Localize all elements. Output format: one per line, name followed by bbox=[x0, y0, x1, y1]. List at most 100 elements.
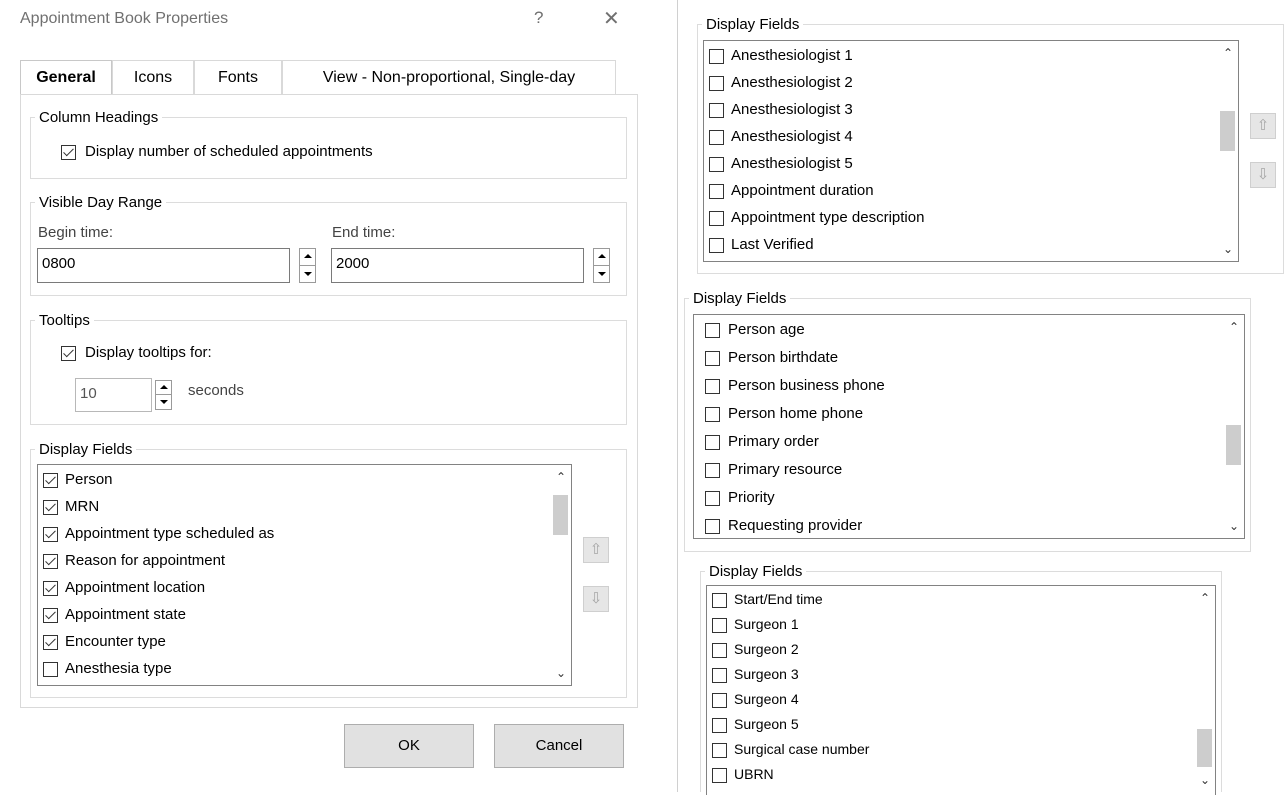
list-scrollbar[interactable]: ⌃ ⌄ bbox=[1195, 586, 1215, 795]
list-item-checkbox[interactable] bbox=[705, 351, 720, 366]
list-item-checkbox[interactable] bbox=[705, 463, 720, 478]
list-item-checkbox[interactable] bbox=[712, 693, 727, 708]
list-item-checkbox[interactable] bbox=[712, 743, 727, 758]
list-item-checkbox[interactable] bbox=[709, 49, 724, 64]
list-item-checkbox[interactable] bbox=[709, 130, 724, 145]
list-item[interactable]: Anesthesiologist 1 bbox=[704, 43, 1218, 71]
list-item-checkbox[interactable] bbox=[709, 238, 724, 253]
list-item-checkbox[interactable] bbox=[43, 581, 58, 596]
list-item[interactable]: Person birthdate bbox=[694, 345, 1224, 373]
scroll-down-icon[interactable]: ⌄ bbox=[1195, 770, 1215, 790]
list-item[interactable]: Appointment duration bbox=[704, 178, 1218, 206]
move-up-button[interactable]: ⇧ bbox=[583, 537, 609, 563]
list-item-checkbox[interactable] bbox=[712, 718, 727, 733]
scroll-down-icon[interactable]: ⌄ bbox=[1224, 516, 1244, 536]
list-scrollbar[interactable]: ⌃ ⌄ bbox=[1224, 315, 1244, 538]
list-item[interactable]: UBRN bbox=[707, 763, 1195, 788]
list-item-checkbox[interactable] bbox=[709, 184, 724, 199]
list-item[interactable]: Primary resource bbox=[694, 457, 1224, 485]
scroll-thumb[interactable] bbox=[1226, 425, 1241, 465]
list-item[interactable]: Appointment location bbox=[38, 575, 551, 603]
display-fields-listbox-2[interactable]: Person age Person birthdate Person busin… bbox=[693, 314, 1245, 539]
close-icon[interactable]: ✕ bbox=[603, 6, 620, 31]
scroll-up-icon[interactable]: ⌃ bbox=[551, 467, 571, 487]
list-item[interactable]: Surgeon 1 bbox=[707, 613, 1195, 638]
list-item[interactable]: Surgeon 4 bbox=[707, 688, 1195, 713]
begin-time-stepper[interactable] bbox=[299, 248, 316, 283]
list-item[interactable]: Appointment type scheduled as bbox=[38, 521, 551, 549]
list-item[interactable]: Last Verified bbox=[704, 232, 1218, 260]
scroll-thumb[interactable] bbox=[553, 495, 568, 535]
ok-button[interactable]: OK bbox=[344, 724, 474, 768]
tab-general[interactable]: General bbox=[20, 60, 112, 94]
list-item[interactable]: Person age bbox=[694, 317, 1224, 345]
scroll-down-icon[interactable]: ⌄ bbox=[1218, 239, 1238, 259]
list-item-checkbox[interactable] bbox=[705, 519, 720, 534]
cancel-button[interactable]: Cancel bbox=[494, 724, 624, 768]
display-fields-listbox[interactable]: Person MRN Appointment type scheduled as… bbox=[37, 464, 572, 686]
list-item-checkbox[interactable] bbox=[43, 500, 58, 515]
list-item[interactable]: Person home phone bbox=[694, 401, 1224, 429]
list-item-checkbox[interactable] bbox=[712, 668, 727, 683]
list-item-checkbox[interactable] bbox=[705, 407, 720, 422]
end-time-down-button[interactable] bbox=[594, 266, 609, 283]
list-scrollbar[interactable]: ⌃ ⌄ bbox=[1218, 41, 1238, 261]
list-item-checkbox[interactable] bbox=[712, 618, 727, 633]
help-button[interactable]: ? bbox=[534, 8, 543, 28]
end-time-input[interactable]: 2000 bbox=[331, 248, 584, 283]
begin-time-up-button[interactable] bbox=[300, 249, 315, 266]
tooltip-seconds-input[interactable]: 10 bbox=[75, 378, 152, 412]
list-item[interactable]: Appointment state bbox=[38, 602, 551, 630]
list-item[interactable]: Anesthesiologist 2 bbox=[704, 70, 1218, 98]
list-item-checkbox[interactable] bbox=[43, 473, 58, 488]
scroll-up-icon[interactable]: ⌃ bbox=[1224, 317, 1244, 337]
list-item[interactable]: Person bbox=[38, 467, 551, 495]
list-item[interactable]: Surgical case number bbox=[707, 738, 1195, 763]
scroll-down-icon[interactable]: ⌄ bbox=[551, 663, 571, 683]
scroll-up-icon[interactable]: ⌃ bbox=[1218, 43, 1238, 63]
list-item-checkbox[interactable] bbox=[709, 157, 724, 172]
begin-time-input[interactable]: 0800 bbox=[37, 248, 290, 283]
list-item[interactable]: Anesthesiologist 5 bbox=[704, 151, 1218, 179]
list-item[interactable]: Primary order bbox=[694, 429, 1224, 457]
list-item[interactable]: Encounter type bbox=[38, 629, 551, 657]
list-item-checkbox[interactable] bbox=[712, 643, 727, 658]
end-time-stepper[interactable] bbox=[593, 248, 610, 283]
list-item[interactable]: Start/End time bbox=[707, 588, 1195, 613]
list-item[interactable]: Anesthesiologist 4 bbox=[704, 124, 1218, 152]
list-item-checkbox[interactable] bbox=[712, 593, 727, 608]
list-scrollbar[interactable]: ⌃ ⌄ bbox=[551, 465, 571, 685]
tooltip-seconds-stepper[interactable] bbox=[155, 380, 172, 410]
list-item-checkbox[interactable] bbox=[43, 662, 58, 677]
list-item-checkbox[interactable] bbox=[705, 435, 720, 450]
list-item-checkbox[interactable] bbox=[705, 491, 720, 506]
scroll-thumb[interactable] bbox=[1220, 111, 1235, 151]
list-item-checkbox[interactable] bbox=[709, 76, 724, 91]
list-item[interactable]: Surgeon 3 bbox=[707, 663, 1195, 688]
move-down-button[interactable]: ⇩ bbox=[583, 586, 609, 612]
scroll-up-icon[interactable]: ⌃ bbox=[1195, 588, 1215, 608]
list-item[interactable]: Reason for appointment bbox=[38, 548, 551, 576]
list-item[interactable]: Person business phone bbox=[694, 373, 1224, 401]
list-item-checkbox[interactable] bbox=[709, 211, 724, 226]
list-item-checkbox[interactable] bbox=[712, 768, 727, 783]
list-item-checkbox[interactable] bbox=[705, 323, 720, 338]
tab-icons[interactable]: Icons bbox=[112, 60, 194, 94]
list-item-checkbox[interactable] bbox=[43, 527, 58, 542]
list-item[interactable]: Requesting provider bbox=[694, 513, 1224, 538]
display-count-checkbox[interactable] bbox=[61, 145, 76, 160]
tab-fonts[interactable]: Fonts bbox=[194, 60, 282, 94]
display-fields-listbox-1[interactable]: Anesthesiologist 1 Anesthesiologist 2 An… bbox=[703, 40, 1239, 262]
list-item-checkbox[interactable] bbox=[709, 103, 724, 118]
list-item[interactable]: MRN bbox=[38, 494, 551, 522]
list-item[interactable]: Priority bbox=[694, 485, 1224, 513]
seconds-down-button[interactable] bbox=[156, 395, 171, 409]
list-item-checkbox[interactable] bbox=[705, 379, 720, 394]
list-item-checkbox[interactable] bbox=[43, 608, 58, 623]
end-time-up-button[interactable] bbox=[594, 249, 609, 266]
scroll-thumb[interactable] bbox=[1197, 729, 1212, 767]
list-item[interactable]: Surgeon 2 bbox=[707, 638, 1195, 663]
list-item[interactable]: Surgeon 5 bbox=[707, 713, 1195, 738]
display-tooltips-checkbox[interactable] bbox=[61, 346, 76, 361]
list-item-checkbox[interactable] bbox=[43, 635, 58, 650]
